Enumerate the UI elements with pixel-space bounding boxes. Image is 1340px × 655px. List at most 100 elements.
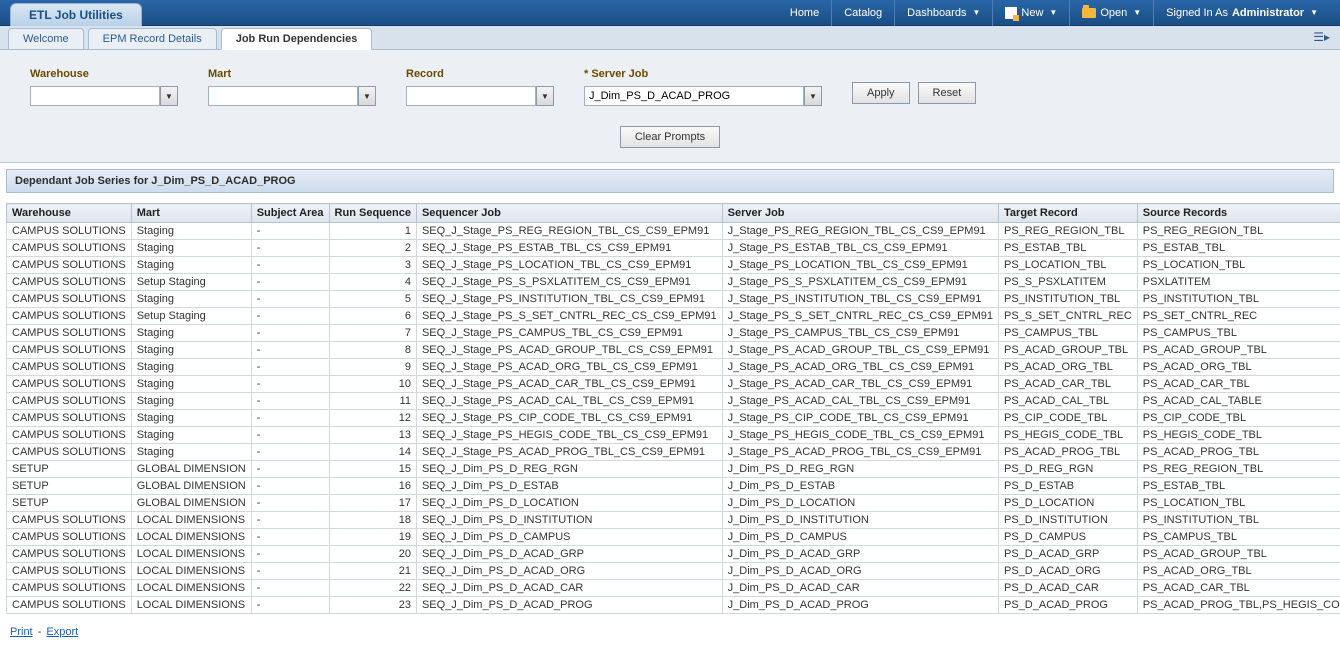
table-header-row: Warehouse Mart Subject Area Run Sequence… [7, 204, 1340, 223]
cell-subject-area: - [251, 410, 329, 427]
table-row: SETUPGLOBAL DIMENSION-15SEQ_J_Dim_PS_D_R… [7, 461, 1340, 478]
cell-source-records: PS_ACAD_ORG_TBL [1137, 563, 1340, 580]
cell-warehouse: CAMPUS SOLUTIONS [7, 342, 132, 359]
cell-warehouse: CAMPUS SOLUTIONS [7, 427, 132, 444]
page-options-icon[interactable]: ☰▸ [1313, 30, 1330, 44]
cell-source-records: PS_HEGIS_CODE_TBL [1137, 427, 1340, 444]
cell-subject-area: - [251, 240, 329, 257]
nav-home[interactable]: Home [778, 0, 831, 26]
cell-subject-area: - [251, 325, 329, 342]
cell-target-record: PS_HEGIS_CODE_TBL [999, 427, 1138, 444]
cell-subject-area: - [251, 376, 329, 393]
cell-mart: Staging [131, 240, 251, 257]
print-link[interactable]: Print [10, 626, 33, 638]
table-row: CAMPUS SOLUTIONSLOCAL DIMENSIONS-22SEQ_J… [7, 580, 1340, 597]
server-job-label: * Server Job [584, 68, 822, 80]
warehouse-dropdown-arrow[interactable]: ▼ [160, 86, 178, 106]
export-link[interactable]: Export [46, 626, 78, 638]
col-subject-area[interactable]: Subject Area [251, 204, 329, 223]
cell-sequencer-job: SEQ_J_Dim_PS_D_ACAD_PROG [416, 597, 722, 614]
record-input[interactable] [406, 86, 536, 106]
cell-warehouse: CAMPUS SOLUTIONS [7, 223, 132, 240]
apply-button[interactable]: Apply [852, 82, 910, 104]
cell-target-record: PS_D_ACAD_ORG [999, 563, 1138, 580]
results-table: Warehouse Mart Subject Area Run Sequence… [6, 203, 1340, 614]
cell-sequencer-job: SEQ_J_Stage_PS_INSTITUTION_TBL_CS_CS9_EP… [416, 291, 722, 308]
cell-run-sequence: 3 [329, 257, 416, 274]
table-row: CAMPUS SOLUTIONSStaging-2SEQ_J_Stage_PS_… [7, 240, 1340, 257]
prompt-mart: Mart ▼ [208, 68, 376, 106]
cell-run-sequence: 4 [329, 274, 416, 291]
col-warehouse[interactable]: Warehouse [7, 204, 132, 223]
cell-subject-area: - [251, 393, 329, 410]
tab-welcome[interactable]: Welcome [8, 28, 84, 49]
clear-prompts-button[interactable]: Clear Prompts [620, 126, 720, 148]
col-server-job[interactable]: Server Job [722, 204, 998, 223]
cell-source-records: PS_CAMPUS_TBL [1137, 325, 1340, 342]
server-job-dropdown-arrow[interactable]: ▼ [804, 86, 822, 106]
cell-source-records: PS_LOCATION_TBL [1137, 257, 1340, 274]
nav-dashboards[interactable]: Dashboards ▼ [894, 0, 992, 26]
cell-subject-area: - [251, 512, 329, 529]
cell-source-records: PS_LOCATION_TBL [1137, 495, 1340, 512]
table-body: CAMPUS SOLUTIONSStaging-1SEQ_J_Stage_PS_… [7, 223, 1340, 614]
col-source-records[interactable]: Source Records [1137, 204, 1340, 223]
table-row: CAMPUS SOLUTIONSStaging-7SEQ_J_Stage_PS_… [7, 325, 1340, 342]
cell-subject-area: - [251, 308, 329, 325]
cell-subject-area: - [251, 427, 329, 444]
cell-server-job: J_Stage_PS_REG_REGION_TBL_CS_CS9_EPM91 [722, 223, 998, 240]
tab-epm-record-details[interactable]: EPM Record Details [88, 28, 217, 49]
cell-subject-area: - [251, 563, 329, 580]
record-dropdown-arrow[interactable]: ▼ [536, 86, 554, 106]
cell-target-record: PS_INSTITUTION_TBL [999, 291, 1138, 308]
col-run-sequence[interactable]: Run Sequence [329, 204, 416, 223]
cell-sequencer-job: SEQ_J_Stage_PS_ACAD_CAR_TBL_CS_CS9_EPM91 [416, 376, 722, 393]
nav-catalog[interactable]: Catalog [831, 0, 894, 26]
warehouse-label: Warehouse [30, 68, 178, 80]
warehouse-input[interactable] [30, 86, 160, 106]
cell-sequencer-job: SEQ_J_Stage_PS_S_SET_CNTRL_REC_CS_CS9_EP… [416, 308, 722, 325]
server-job-input[interactable] [584, 86, 804, 106]
cell-warehouse: CAMPUS SOLUTIONS [7, 291, 132, 308]
cell-mart: Staging [131, 444, 251, 461]
col-sequencer-job[interactable]: Sequencer Job [416, 204, 722, 223]
cell-run-sequence: 18 [329, 512, 416, 529]
cell-source-records: PS_SET_CNTRL_REC [1137, 308, 1340, 325]
results-table-wrap: Warehouse Mart Subject Area Run Sequence… [6, 203, 1334, 614]
cell-subject-area: - [251, 478, 329, 495]
nav-signed-in[interactable]: Signed In As Administrator ▼ [1153, 0, 1330, 26]
cell-sequencer-job: SEQ_J_Dim_PS_D_LOCATION [416, 495, 722, 512]
chevron-down-icon: ▼ [972, 8, 980, 17]
nav-open-label: Open [1100, 7, 1127, 19]
reset-button[interactable]: Reset [918, 82, 977, 104]
nav-new[interactable]: New ▼ [992, 0, 1069, 26]
cell-sequencer-job: SEQ_J_Stage_PS_ESTAB_TBL_CS_CS9_EPM91 [416, 240, 722, 257]
cell-mart: LOCAL DIMENSIONS [131, 597, 251, 614]
table-row: CAMPUS SOLUTIONSStaging-12SEQ_J_Stage_PS… [7, 410, 1340, 427]
top-bar: ETL Job Utilities Home Catalog Dashboard… [0, 0, 1340, 26]
title-area: ETL Job Utilities [10, 0, 142, 26]
tab-job-run-dependencies[interactable]: Job Run Dependencies [221, 28, 373, 50]
cell-subject-area: - [251, 444, 329, 461]
table-row: CAMPUS SOLUTIONSSetup Staging-6SEQ_J_Sta… [7, 308, 1340, 325]
cell-sequencer-job: SEQ_J_Stage_PS_REG_REGION_TBL_CS_CS9_EPM… [416, 223, 722, 240]
cell-warehouse: CAMPUS SOLUTIONS [7, 444, 132, 461]
nav-open[interactable]: Open ▼ [1069, 0, 1153, 26]
cell-server-job: J_Stage_PS_ESTAB_TBL_CS_CS9_EPM91 [722, 240, 998, 257]
cell-subject-area: - [251, 359, 329, 376]
cell-target-record: PS_ACAD_PROG_TBL [999, 444, 1138, 461]
cell-server-job: J_Dim_PS_D_LOCATION [722, 495, 998, 512]
cell-mart: Staging [131, 376, 251, 393]
cell-source-records: PS_ACAD_GROUP_TBL [1137, 546, 1340, 563]
mart-dropdown-arrow[interactable]: ▼ [358, 86, 376, 106]
col-mart[interactable]: Mart [131, 204, 251, 223]
cell-warehouse: CAMPUS SOLUTIONS [7, 308, 132, 325]
cell-warehouse: CAMPUS SOLUTIONS [7, 274, 132, 291]
mart-input[interactable] [208, 86, 358, 106]
cell-run-sequence: 22 [329, 580, 416, 597]
col-target-record[interactable]: Target Record [999, 204, 1138, 223]
cell-mart: Staging [131, 427, 251, 444]
cell-target-record: PS_ACAD_CAR_TBL [999, 376, 1138, 393]
chevron-down-icon: ▼ [1049, 8, 1057, 17]
cell-warehouse: CAMPUS SOLUTIONS [7, 257, 132, 274]
